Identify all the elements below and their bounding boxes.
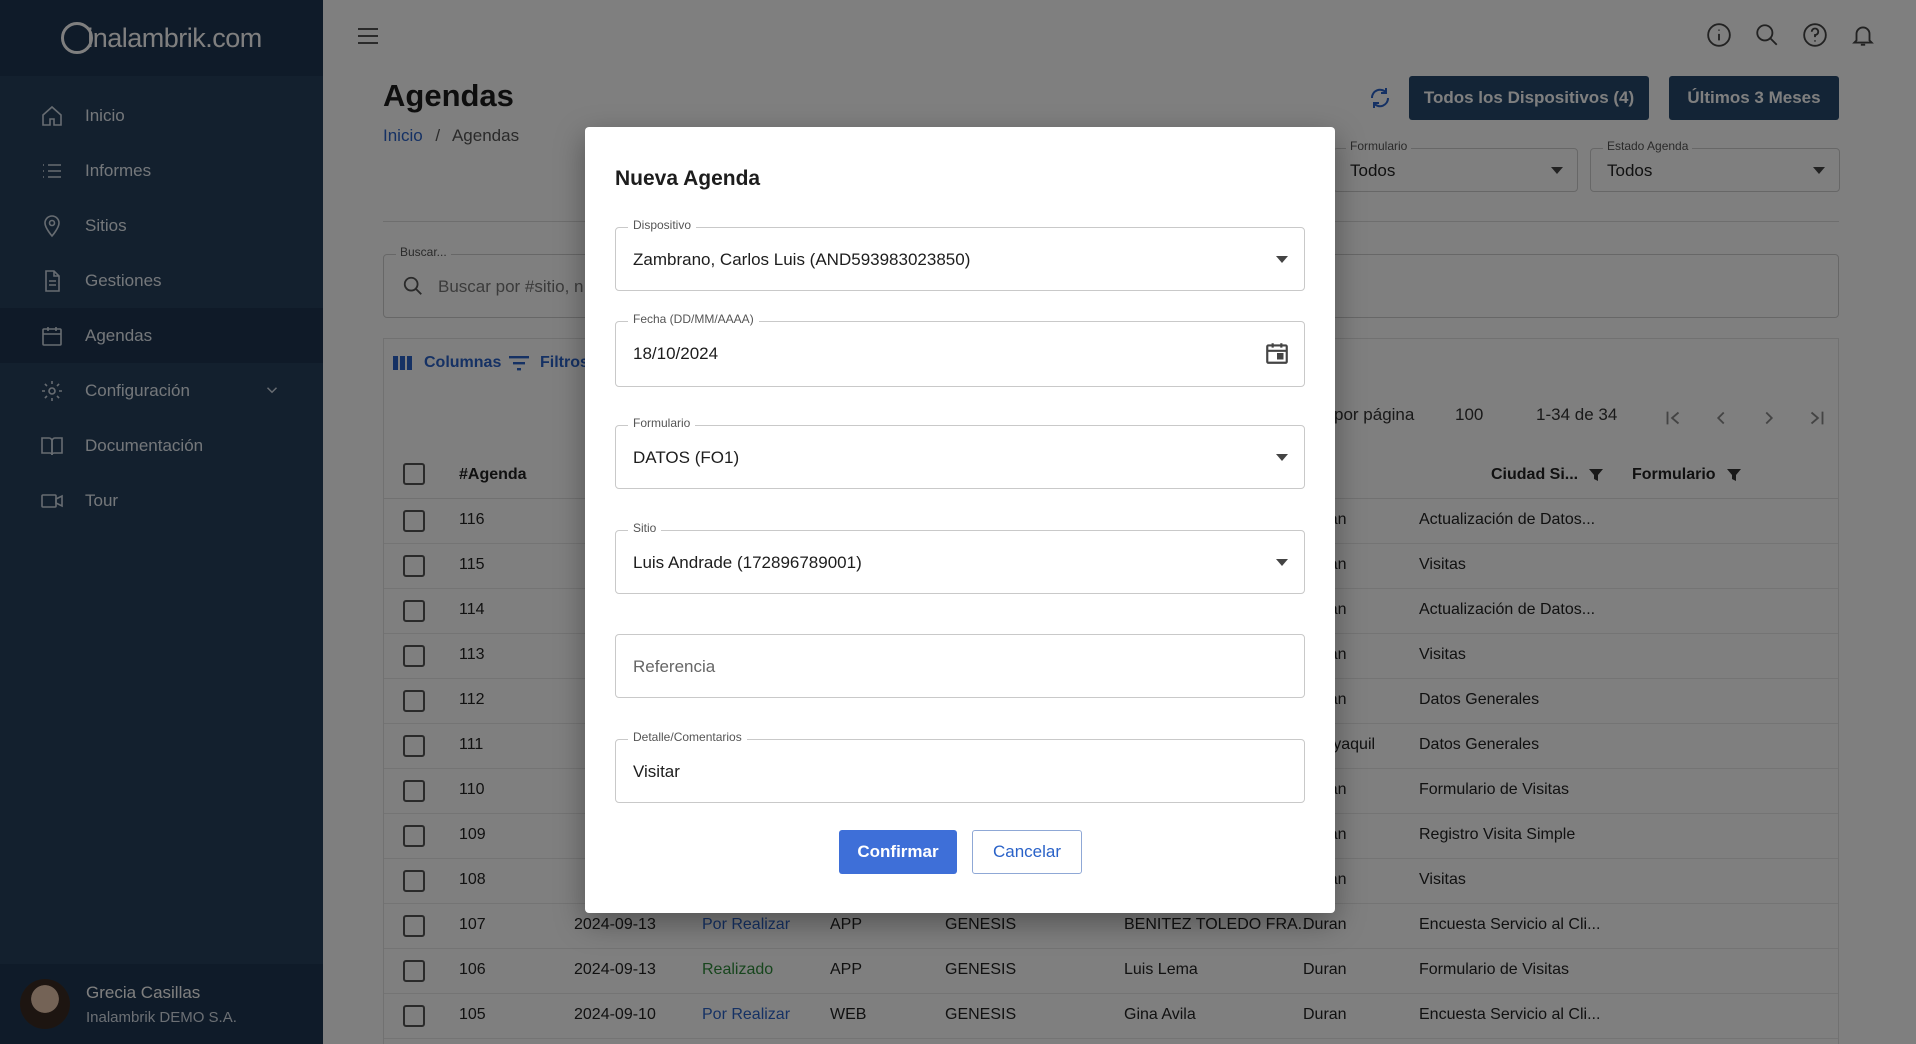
sitio-select[interactable]: Sitio Luis Andrade (172896789001) [615, 521, 1305, 594]
formulario-select[interactable]: Formulario DATOS (FO1) [615, 416, 1305, 489]
dispositivo-value: Zambrano, Carlos Luis (AND593983023850) [633, 250, 971, 269]
sitio-label: Sitio [628, 521, 662, 535]
referencia-input[interactable]: Referencia [615, 634, 1305, 698]
calendar-icon[interactable] [1264, 340, 1290, 371]
formulario-label: Formulario [628, 416, 696, 430]
dispositivo-select[interactable]: Dispositivo Zambrano, Carlos Luis (AND59… [615, 218, 1305, 291]
formulario-value: DATOS (FO1) [633, 448, 740, 467]
sitio-value: Luis Andrade (172896789001) [633, 553, 862, 572]
dispositivo-label: Dispositivo [628, 218, 697, 232]
confirm-button[interactable]: Confirmar [839, 830, 957, 874]
detalle-input[interactable]: Detalle/Comentarios Visitar [615, 730, 1305, 803]
fecha-value: 18/10/2024 [633, 344, 719, 363]
nueva-agenda-dialog: Nueva Agenda Dispositivo Zambrano, Carlo… [585, 127, 1335, 913]
dialog-title: Nueva Agenda [615, 167, 761, 190]
fecha-label: Fecha (DD/MM/AAAA) [628, 312, 759, 326]
referencia-placeholder: Referencia [633, 657, 716, 676]
detalle-value: Visitar [633, 762, 680, 781]
caret-down-icon [1276, 454, 1288, 461]
caret-down-icon [1276, 559, 1288, 566]
caret-down-icon [1276, 256, 1288, 263]
detalle-label: Detalle/Comentarios [628, 730, 747, 744]
cancel-button[interactable]: Cancelar [972, 830, 1082, 874]
fecha-field[interactable]: Fecha (DD/MM/AAAA) 18/10/2024 [615, 312, 1305, 387]
